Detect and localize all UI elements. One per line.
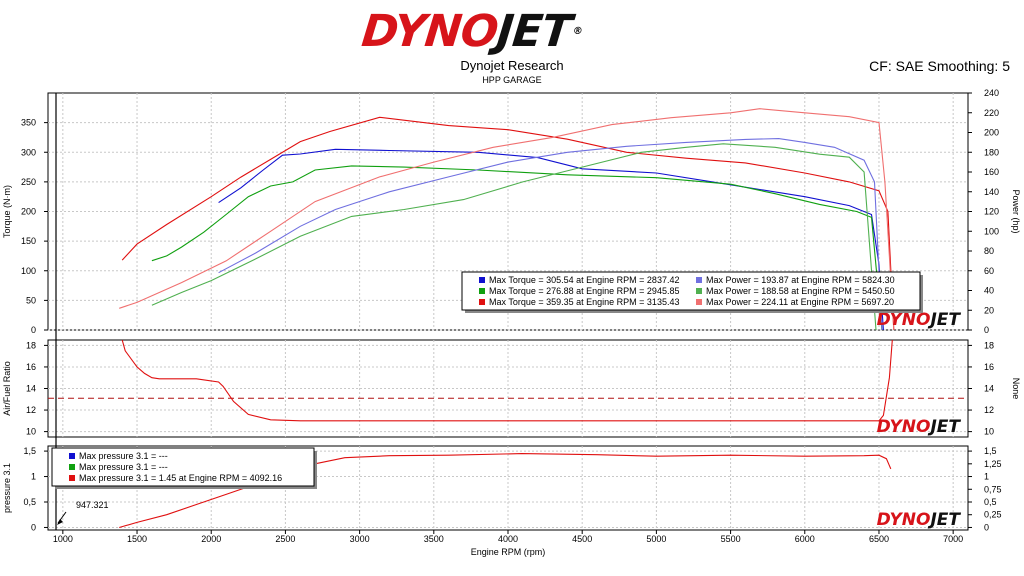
x-tick-label: 3000 bbox=[350, 534, 370, 544]
y-right-axis-label: None bbox=[1011, 378, 1021, 400]
y-tick-label: 250 bbox=[21, 177, 36, 187]
x-tick-label: 6500 bbox=[869, 534, 889, 544]
y-tick-label: 16 bbox=[26, 362, 36, 372]
y-tick-label: 150 bbox=[21, 236, 36, 246]
y-tick-label: 12 bbox=[26, 405, 36, 415]
y-right-tick-label: 200 bbox=[984, 128, 999, 138]
y-tick-label: 100 bbox=[21, 266, 36, 276]
y-tick-label: 0,5 bbox=[23, 497, 36, 507]
legend-entry: Max pressure 3.1 = --- bbox=[79, 462, 168, 472]
legend-swatch bbox=[696, 299, 702, 305]
legend-entry: Max Power = 224.11 at Engine RPM = 5697.… bbox=[706, 297, 894, 307]
y-right-tick-label: 160 bbox=[984, 167, 999, 177]
y-right-tick-label: 40 bbox=[984, 286, 994, 296]
y-tick-label: 1,5 bbox=[23, 446, 36, 456]
x-tick-label: 4500 bbox=[572, 534, 592, 544]
x-tick-label: 1500 bbox=[127, 534, 147, 544]
y-tick-label: 1 bbox=[31, 472, 36, 482]
x-axis-label: Engine RPM (rpm) bbox=[471, 547, 546, 557]
y-axis-label: Torque (N·m) bbox=[2, 185, 12, 238]
y-right-tick-label: 1,5 bbox=[984, 446, 997, 456]
x-tick-label: 5000 bbox=[646, 534, 666, 544]
y-right-tick-label: 0 bbox=[984, 522, 989, 532]
legend-swatch bbox=[69, 453, 75, 459]
x-tick-label: 5500 bbox=[721, 534, 741, 544]
legend-entry: Max Torque = 359.35 at Engine RPM = 3135… bbox=[489, 297, 679, 307]
legend-swatch bbox=[479, 277, 485, 283]
y-right-tick-label: 220 bbox=[984, 108, 999, 118]
legend-entry: Max pressure 3.1 = 1.45 at Engine RPM = … bbox=[79, 473, 282, 483]
y-tick-label: 18 bbox=[26, 340, 36, 350]
y-right-tick-label: 16 bbox=[984, 362, 994, 372]
y-right-tick-label: 1,25 bbox=[984, 459, 1002, 469]
legend-entry: Max pressure 3.1 = --- bbox=[79, 451, 168, 461]
x-tick-label: 6000 bbox=[795, 534, 815, 544]
y-right-tick-label: 14 bbox=[984, 384, 994, 394]
legend-entry: Max Torque = 276.88 at Engine RPM = 2945… bbox=[489, 286, 679, 296]
y-right-tick-label: 0,25 bbox=[984, 510, 1002, 520]
y-axis-label: pressure 3.1 bbox=[2, 463, 12, 513]
y-right-tick-label: 240 bbox=[984, 88, 999, 98]
y-right-tick-label: 0 bbox=[984, 325, 989, 335]
y-right-tick-label: 20 bbox=[984, 305, 994, 315]
y-right-tick-label: 80 bbox=[984, 246, 994, 256]
y-right-tick-label: 60 bbox=[984, 266, 994, 276]
x-tick-label: 4000 bbox=[498, 534, 518, 544]
y-right-tick-label: 140 bbox=[984, 187, 999, 197]
x-tick-label: 2000 bbox=[201, 534, 221, 544]
x-tick-label: 7000 bbox=[943, 534, 963, 544]
legend-entry: Max Power = 193.87 at Engine RPM = 5824.… bbox=[706, 275, 895, 285]
y-tick-label: 300 bbox=[21, 147, 36, 157]
legend-swatch bbox=[479, 288, 485, 294]
x-tick-label: 2500 bbox=[275, 534, 295, 544]
y-right-tick-label: 0,75 bbox=[984, 484, 1002, 494]
y-right-tick-label: 1 bbox=[984, 472, 989, 482]
legend-entry: Max Torque = 305.54 at Engine RPM = 2837… bbox=[489, 275, 679, 285]
cursor-readout: 947.321 bbox=[76, 500, 109, 510]
y-tick-label: 50 bbox=[26, 295, 36, 305]
y-right-tick-label: 100 bbox=[984, 226, 999, 236]
legend-swatch bbox=[479, 299, 485, 305]
y-right-axis-label: Power (hp) bbox=[1011, 189, 1021, 233]
legend-swatch bbox=[696, 277, 702, 283]
y-tick-label: 200 bbox=[21, 207, 36, 217]
y-tick-label: 14 bbox=[26, 384, 36, 394]
y-tick-label: 10 bbox=[26, 427, 36, 437]
y-axis-label: Air/Fuel Ratio bbox=[2, 361, 12, 416]
legend-swatch bbox=[69, 464, 75, 470]
watermark-logo: DYNOJET bbox=[877, 417, 962, 437]
y-right-tick-label: 0,5 bbox=[984, 497, 997, 507]
y-right-tick-label: 10 bbox=[984, 427, 994, 437]
legend-swatch bbox=[696, 288, 702, 294]
watermark-logo: DYNOJET bbox=[877, 510, 962, 530]
y-right-tick-label: 120 bbox=[984, 207, 999, 217]
y-tick-label: 350 bbox=[21, 118, 36, 128]
y-right-tick-label: 18 bbox=[984, 340, 994, 350]
x-tick-label: 1000 bbox=[53, 534, 73, 544]
y-tick-label: 0 bbox=[31, 522, 36, 532]
y-right-tick-label: 180 bbox=[984, 147, 999, 157]
legend-swatch bbox=[69, 475, 75, 481]
legend-entry: Max Power = 188.58 at Engine RPM = 5450.… bbox=[706, 286, 895, 296]
dyno-chart: 0501001502002503003500204060801001201401… bbox=[2, 88, 1021, 557]
y-tick-label: 0 bbox=[31, 325, 36, 335]
y-right-tick-label: 12 bbox=[984, 405, 994, 415]
x-tick-label: 3500 bbox=[424, 534, 444, 544]
